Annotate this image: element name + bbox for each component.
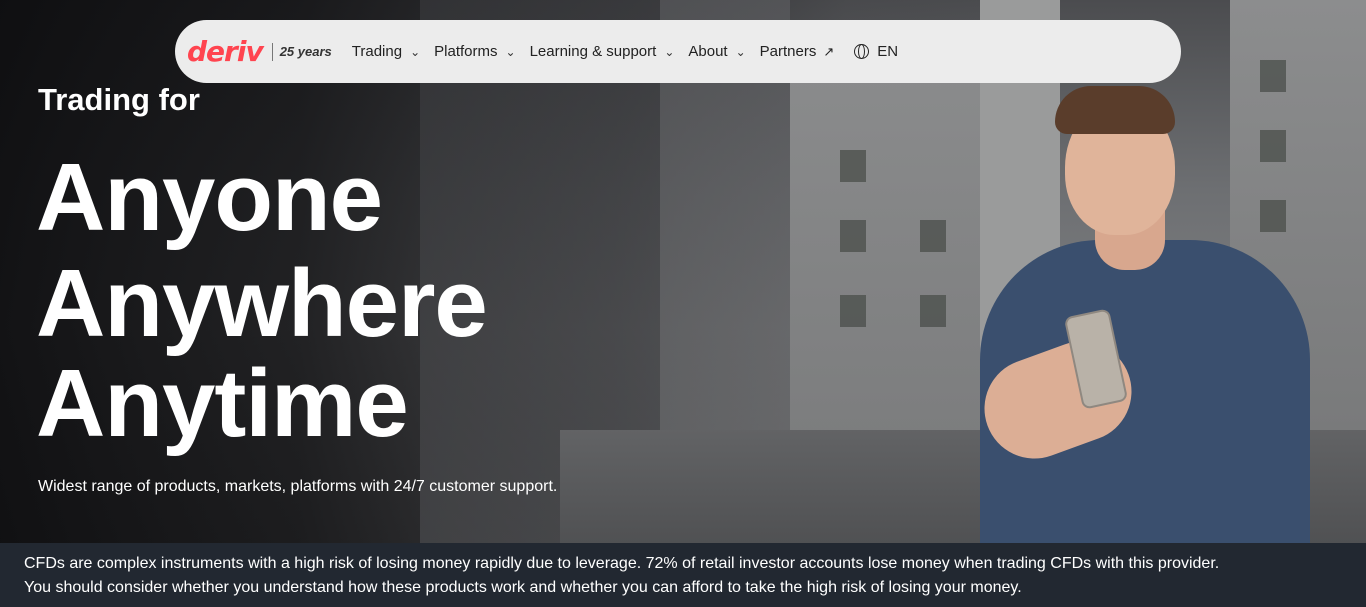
- nav-platforms-label: Platforms: [434, 43, 498, 60]
- hero-person-image: [970, 80, 1315, 543]
- building-window: [920, 220, 946, 252]
- nav-learning-support[interactable]: Learning & support ⌄: [530, 43, 675, 60]
- hero-title-line-3: Anytime: [36, 350, 409, 457]
- hero-subtitle: Widest range of products, markets, platf…: [38, 478, 558, 495]
- risk-disclaimer-banner: CFDs are complex instruments with a high…: [0, 543, 1366, 607]
- chevron-down-icon: ⌄: [410, 44, 421, 59]
- building-window: [840, 150, 866, 182]
- nav-about-label: About: [688, 43, 728, 60]
- language-label: EN: [877, 43, 899, 60]
- top-navbar: deriv 25 years Trading ⌄ Platforms ⌄ Lea…: [175, 20, 1181, 83]
- years-badge: 25 years: [279, 44, 332, 59]
- building-window: [840, 295, 866, 327]
- nav-partners-label: Partners: [759, 43, 817, 60]
- hero-pretitle: Trading for: [38, 82, 200, 117]
- building-window: [840, 220, 866, 252]
- person-hair: [1055, 86, 1175, 134]
- disclaimer-line-1: CFDs are complex instruments with a high…: [24, 555, 1220, 572]
- hero-title-line-2: Anywhere: [36, 250, 488, 357]
- globe-icon: [854, 44, 870, 59]
- chevron-down-icon: ⌄: [505, 44, 516, 59]
- disclaimer-line-2: You should consider whether you understa…: [24, 579, 1022, 596]
- chevron-down-icon: ⌄: [664, 44, 675, 59]
- language-selector[interactable]: EN: [854, 43, 898, 60]
- deriv-logo[interactable]: deriv: [187, 35, 264, 68]
- nav-trading-label: Trading: [351, 43, 403, 60]
- nav-trading[interactable]: Trading ⌄: [352, 43, 420, 60]
- background-building: [790, 70, 980, 490]
- hero-title-line-1: Anyone: [36, 144, 383, 251]
- nav-partners[interactable]: Partners ↗: [760, 43, 835, 60]
- nav-about[interactable]: About ⌄: [688, 43, 745, 60]
- building-window: [920, 295, 946, 327]
- chevron-down-icon: ⌄: [735, 44, 746, 59]
- external-arrow-icon: ↗: [823, 43, 835, 59]
- nav-platforms[interactable]: Platforms ⌄: [434, 43, 515, 60]
- logo-divider: [271, 42, 273, 61]
- nav-learning-label: Learning & support: [529, 43, 657, 60]
